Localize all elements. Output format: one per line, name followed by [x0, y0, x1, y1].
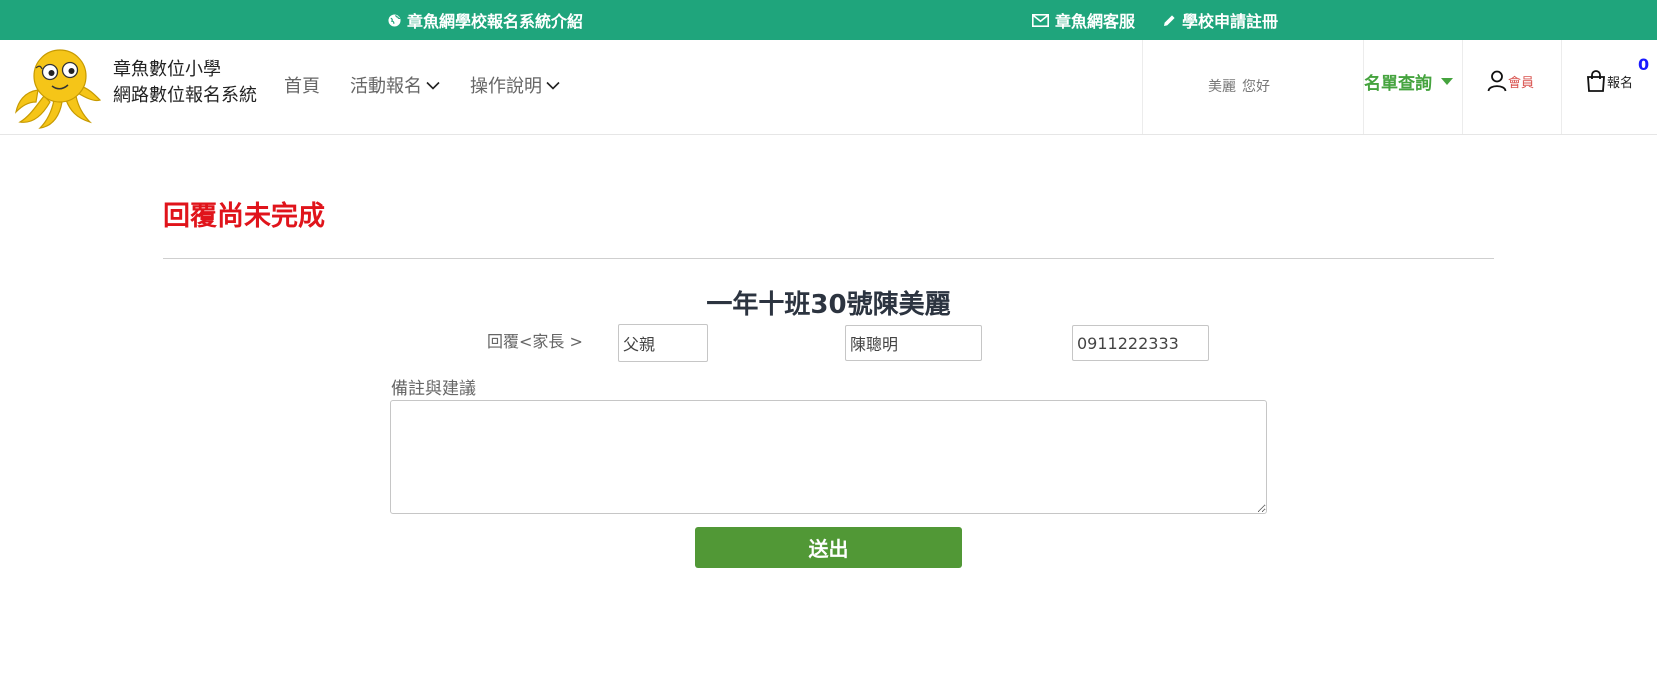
school-register-link[interactable]: 學校申請註冊: [1163, 0, 1278, 40]
brand-line-2: 網路數位報名系統: [113, 85, 257, 106]
user-icon: [1487, 70, 1507, 92]
header-separator: [1142, 40, 1143, 134]
student-heading: 一年十班30號陳美麗: [706, 290, 951, 320]
chevron-down-icon: [546, 81, 560, 90]
brand-title: 章魚數位小學 網路數位報名系統: [113, 57, 257, 109]
school-register-text: 學校申請註冊: [1182, 12, 1279, 31]
greeting-text: 您好: [1242, 79, 1270, 95]
nav-guide[interactable]: 操作說明: [470, 72, 560, 98]
header-separator: [1561, 40, 1562, 134]
nav-guide-label: 操作說明: [470, 76, 542, 97]
phone-input[interactable]: [1072, 325, 1209, 361]
parent-name-input[interactable]: [845, 325, 982, 361]
divider: [163, 258, 1494, 259]
system-intro-text: 章魚網學校報名系統介紹: [407, 12, 584, 31]
header: 章魚數位小學 網路數位報名系統 首頁 活動報名 操作說明 美麗 您好 名單查詢 會…: [0, 40, 1657, 135]
globe-icon: [388, 13, 401, 27]
main-nav: 首頁 活動報名 操作說明: [284, 40, 590, 130]
roster-query-dropdown[interactable]: 名單查詢: [1364, 69, 1453, 94]
submit-button[interactable]: 送出: [695, 527, 962, 568]
nav-home[interactable]: 首頁: [284, 72, 320, 98]
nav-home-label: 首頁: [284, 76, 320, 97]
system-intro-link[interactable]: 章魚網學校報名系統介紹: [388, 0, 583, 40]
nav-activities[interactable]: 活動報名: [350, 72, 440, 98]
brand-line-1: 章魚數位小學: [113, 59, 221, 80]
roster-query-label: 名單查詢: [1364, 74, 1432, 94]
cart-button[interactable]: 報名: [1586, 70, 1633, 92]
shopping-bag-icon: [1587, 70, 1605, 92]
cart-label: 報名: [1607, 75, 1634, 91]
relation-input[interactable]: [618, 324, 708, 362]
header-separator: [1462, 40, 1463, 134]
notes-label: 備註與建議: [391, 379, 476, 399]
notes-textarea[interactable]: [390, 400, 1267, 514]
octopus-logo[interactable]: [14, 46, 102, 130]
customer-service-text: 章魚網客服: [1055, 12, 1136, 31]
status-title: 回覆尚未完成: [163, 201, 325, 232]
user-greeting: 美麗 您好: [1208, 76, 1276, 96]
reply-label: 回覆<家長 >: [487, 332, 583, 351]
customer-service-link[interactable]: 章魚網客服: [1032, 0, 1135, 40]
cart-count-badge: 0: [1638, 55, 1650, 74]
chevron-down-icon: [426, 81, 440, 90]
pencil-icon: [1164, 14, 1175, 26]
user-name: 美麗: [1208, 79, 1236, 95]
member-button[interactable]: 會員: [1487, 70, 1534, 92]
caret-down-icon: [1441, 78, 1453, 85]
top-bar: 章魚網學校報名系統介紹 章魚網客服 學校申請註冊: [0, 0, 1657, 40]
envelope-icon: [1032, 13, 1049, 27]
nav-activities-label: 活動報名: [350, 76, 422, 97]
member-label: 會員: [1508, 75, 1535, 91]
